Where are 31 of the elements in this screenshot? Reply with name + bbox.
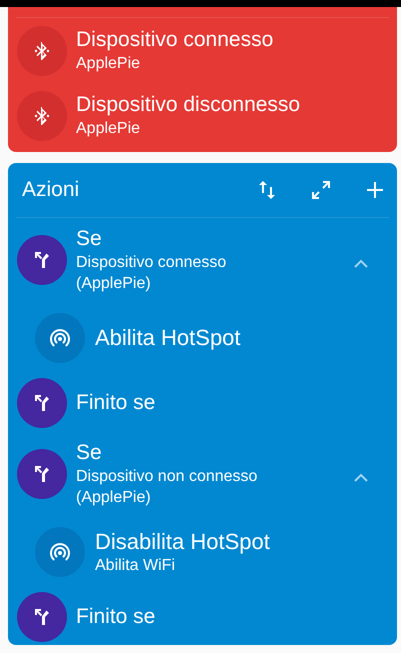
item-title: Abilita HotSpot [95, 325, 242, 351]
section-title: Azioni [22, 178, 80, 202]
item-subtitle: Dispositivo non connesso (ApplePie) [76, 467, 258, 508]
action-row[interactable]: Finito se [8, 374, 397, 432]
fork-icon [17, 449, 67, 499]
action-row[interactable]: Se Dispositivo non connesso (ApplePie) [8, 432, 397, 516]
fork-icon [17, 592, 67, 642]
item-subtitle: ApplePie [76, 119, 142, 139]
expand-icon[interactable] [309, 178, 333, 202]
item-subtitle: Abilita WiFi [95, 556, 176, 576]
item-title: Finito se [76, 604, 156, 630]
bluetooth-icon [17, 90, 67, 140]
item-title: Dispositivo connesso [76, 27, 274, 53]
fork-icon [17, 378, 67, 428]
hotspot-icon [35, 313, 85, 363]
item-title: Se [76, 226, 103, 252]
fork-icon [17, 235, 67, 285]
trigger-row[interactable]: Dispositivo disconnesso ApplePie [8, 83, 397, 148]
item-subtitle: Dispositivo connesso (ApplePie) [76, 253, 228, 294]
action-row[interactable]: Finito se [8, 588, 397, 646]
item-subtitle: ApplePie [76, 54, 142, 74]
item-title: Dispositivo disconnesso [76, 92, 302, 118]
item-title: Disabilita HotSpot [95, 528, 271, 554]
action-row[interactable]: Se Dispositivo connesso (ApplePie) [8, 218, 397, 302]
hotspot-icon [35, 527, 85, 577]
item-title: Finito se [76, 390, 156, 416]
bluetooth-icon [17, 26, 67, 76]
trigger-row[interactable]: Dispositivo connesso ApplePie [8, 18, 397, 83]
action-row[interactable]: Disabilita HotSpot Abilita WiFi [8, 516, 397, 588]
item-title: Se [76, 440, 103, 466]
action-row[interactable]: Abilita HotSpot [8, 302, 397, 374]
